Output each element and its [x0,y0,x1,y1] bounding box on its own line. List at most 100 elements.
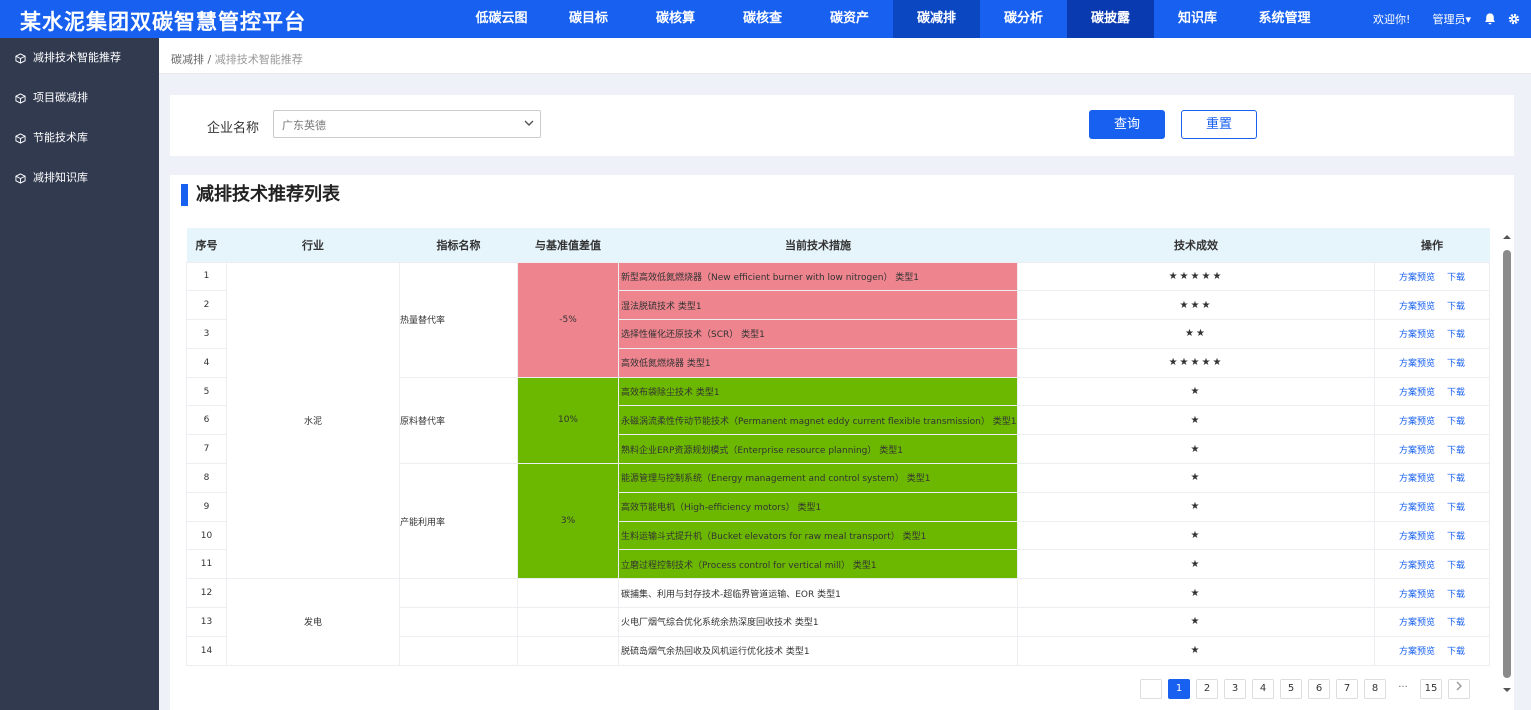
preview-link[interactable]: 方案预览 [1399,330,1435,340]
download-link[interactable]: 下载 [1447,446,1465,456]
list-title: 减排技术推荐列表 [181,184,340,206]
page-button[interactable]: 15 [1420,679,1442,699]
download-link[interactable]: 下载 [1447,302,1465,312]
recommendation-list-panel: 减排技术推荐列表 序号 行业 指标名称 与基准值差值 当前技术措施 技术成效 操… [170,175,1514,710]
measure-cell: 高效节能电机（High-efficiency motors） 类型1 [618,491,1018,522]
scroll-down-arrow-icon[interactable] [1500,685,1514,695]
effect-stars-cell: ★ [1017,405,1375,436]
measure-cell: 碳捕集、利用与封存技术-超临界管道运输、EOR 类型1 [618,578,1018,609]
operation-cell: 方案预览 下载 [1374,578,1490,609]
download-link[interactable]: 下载 [1447,532,1465,542]
breadcrumb-separator: / [207,53,212,66]
row-number-cell: 12 [186,578,227,609]
effect-stars-cell: ★★★ [1017,290,1375,321]
download-link[interactable]: 下载 [1447,417,1465,427]
diff-cell: 10% [517,376,619,465]
user-menu[interactable]: 管理员▾ [1432,11,1471,27]
download-link[interactable]: 下载 [1447,590,1465,600]
query-button[interactable]: 查询 [1089,110,1165,139]
page-button[interactable]: 2 [1196,679,1218,699]
page-button[interactable]: 8 [1364,679,1386,699]
sidebar-item-energy-saving-library[interactable]: 节能技术库 [0,118,159,158]
scroll-up-arrow-icon[interactable] [1500,232,1514,242]
row-number-cell: 4 [186,347,227,378]
preview-link[interactable]: 方案预览 [1399,532,1435,542]
download-link[interactable]: 下载 [1447,503,1465,513]
prev-page-button[interactable] [1140,679,1162,699]
measure-cell: 立磨过程控制技术（Process control for vertical mi… [618,549,1018,580]
nav-item-carbon-target[interactable]: 碳目标 [545,0,632,38]
nav-item-carbon-assets[interactable]: 碳资产 [806,0,893,38]
download-link[interactable]: 下载 [1447,561,1465,571]
nav-item-knowledge-base[interactable]: 知识库 [1154,0,1241,38]
page-button[interactable]: 5 [1280,679,1302,699]
download-link[interactable]: 下载 [1447,474,1465,484]
page-button[interactable]: 3 [1224,679,1246,699]
breadcrumb-root[interactable]: 碳减排 [171,53,204,66]
preview-link[interactable]: 方案预览 [1399,417,1435,427]
app-title: 某水泥集团双碳智慧管控平台 [20,10,306,34]
indicator-cell: 原料替代率 [399,376,518,465]
measure-cell: 熟料企业ERP资源规划模式（Enterprise resource planni… [618,434,1018,465]
search-panel: 企业名称 广东英德 查询 重置 [170,95,1514,156]
indicator-cell [399,578,518,609]
vertical-scrollbar[interactable] [1500,230,1514,697]
preview-link[interactable]: 方案预览 [1399,590,1435,600]
col-header-no: 序号 [186,228,227,262]
scrollbar-thumb[interactable] [1503,250,1511,678]
nav-item-low-carbon-map[interactable]: 低碳云图 [458,0,545,38]
effect-stars-cell: ★ [1017,491,1375,522]
preview-link[interactable]: 方案预览 [1399,388,1435,398]
sidebar-item-tech-recommendation[interactable]: 减排技术智能推荐 [0,38,159,78]
page-button[interactable]: 6 [1308,679,1330,699]
nav-item-carbon-disclosure[interactable]: 碳披露 [1067,0,1154,38]
preview-link[interactable]: 方案预览 [1399,273,1435,283]
next-page-button[interactable] [1448,679,1470,699]
preview-link[interactable]: 方案预览 [1399,359,1435,369]
row-number-cell: 3 [186,319,227,349]
diff-cell [517,635,619,666]
preview-link[interactable]: 方案预览 [1399,647,1435,657]
effect-stars-cell: ★ [1017,549,1375,580]
diff-cell [517,607,619,637]
nav-item-carbon-accounting[interactable]: 碳核算 [632,0,719,38]
nav-item-system-management[interactable]: 系统管理 [1241,0,1328,38]
nav-item-carbon-analysis[interactable]: 碳分析 [980,0,1067,38]
company-select[interactable]: 广东英德 [273,110,541,138]
indicator-cell: 热量替代率 [399,261,518,378]
sidebar-item-reduction-knowledge[interactable]: 减排知识库 [0,158,159,198]
chevron-down-icon [524,120,534,126]
preview-link[interactable]: 方案预览 [1399,561,1435,571]
sidebar: 减排技术智能推荐 项目碳减排 节能技术库 减排知识库 [0,38,159,710]
diff-cell [517,578,619,609]
sidebar-item-project-reduction[interactable]: 项目碳减排 [0,78,159,118]
main-nav: 低碳云图 碳目标 碳核算 碳核查 碳资产 碳减排 碳分析 碳披露 知识库 系统管… [458,0,1328,38]
preview-link[interactable]: 方案预览 [1399,302,1435,312]
page-button[interactable]: 7 [1336,679,1358,699]
page-button[interactable]: 4 [1252,679,1274,699]
preview-link[interactable]: 方案预览 [1399,474,1435,484]
operation-cell: 方案预览 下载 [1374,463,1490,493]
preview-link[interactable]: 方案预览 [1399,503,1435,513]
download-link[interactable]: 下载 [1447,330,1465,340]
reset-button[interactable]: 重置 [1181,110,1257,139]
download-link[interactable]: 下载 [1447,388,1465,398]
col-header-industry: 行业 [226,228,400,262]
row-number-cell: 6 [186,405,227,436]
download-link[interactable]: 下载 [1447,647,1465,657]
operation-cell: 方案预览 下载 [1374,290,1490,321]
nav-item-carbon-verification[interactable]: 碳核查 [719,0,806,38]
download-link[interactable]: 下载 [1447,618,1465,628]
nav-item-carbon-reduction[interactable]: 碳减排 [893,0,980,38]
table-header-row: 序号 行业 指标名称 与基准值差值 当前技术措施 技术成效 操作 [186,228,1490,262]
diff-cell: 3% [517,463,619,580]
page-button[interactable]: 1 [1168,679,1190,699]
gear-icon[interactable] [1507,12,1521,26]
download-link[interactable]: 下载 [1447,273,1465,283]
row-number-cell: 8 [186,463,227,493]
download-link[interactable]: 下载 [1447,359,1465,369]
bell-icon[interactable] [1483,12,1497,26]
preview-link[interactable]: 方案预览 [1399,618,1435,628]
preview-link[interactable]: 方案预览 [1399,446,1435,456]
chevron-right-icon [1456,681,1462,691]
